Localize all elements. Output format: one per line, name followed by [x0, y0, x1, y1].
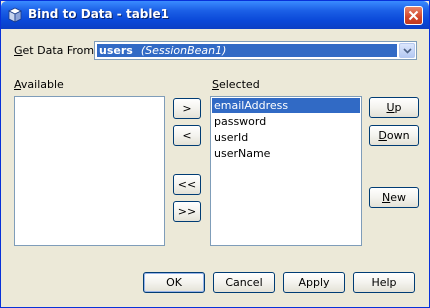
get-data-from-label: Get Data From: [14, 44, 98, 57]
apply-button[interactable]: Apply [283, 272, 345, 293]
list-item[interactable]: userId [212, 130, 360, 145]
up-mnemonic: U [386, 101, 395, 114]
selected-label: Selected [212, 78, 260, 91]
available-label-rest: vailable [20, 78, 64, 91]
get-data-from-combo[interactable]: users (SessionBean1) [94, 41, 417, 60]
close-button[interactable] [404, 6, 423, 25]
selected-label-rest: elected [218, 78, 260, 91]
add-all-button[interactable]: >> [173, 201, 201, 222]
get-data-from-mnemonic: G [14, 44, 23, 57]
down-mnemonic: D [378, 129, 387, 142]
new-mnemonic: N [382, 191, 391, 204]
combo-dropdown-button[interactable] [399, 43, 415, 58]
close-icon [408, 10, 419, 21]
add-button[interactable]: > [173, 98, 201, 119]
combo-selected-sub: (SessionBean1) [140, 44, 227, 57]
new-button[interactable]: New [369, 187, 419, 208]
chevron-down-icon [403, 48, 412, 54]
up-button[interactable]: Up [369, 97, 419, 118]
help-button[interactable]: Help [353, 272, 415, 293]
window-title: Bind to Data - table1 [28, 7, 169, 21]
ok-button[interactable]: OK [143, 272, 205, 293]
available-mnemonic: A [14, 78, 21, 91]
remove-all-button[interactable]: << [173, 174, 201, 195]
new-label-rest: ew [390, 191, 406, 204]
down-button[interactable]: Down [369, 125, 419, 146]
available-label: Available [14, 78, 64, 91]
selected-mnemonic: S [212, 78, 219, 91]
bind-to-data-dialog: Bind to Data - table1 Get Data From: use… [0, 0, 430, 308]
selected-list[interactable]: emailAddress password userId userName [210, 96, 362, 246]
down-label-rest: own [386, 129, 410, 142]
combo-selected-main: users [99, 44, 133, 57]
up-label-rest: p [394, 101, 402, 114]
cube-icon [7, 7, 23, 23]
cancel-button[interactable]: Cancel [213, 272, 275, 293]
list-item[interactable]: password [212, 114, 360, 129]
list-item[interactable]: userName [212, 146, 360, 161]
list-item[interactable]: emailAddress [212, 98, 360, 113]
get-data-from-label-rest: et Data From: [22, 44, 98, 57]
available-list[interactable] [14, 96, 165, 246]
remove-button[interactable]: < [173, 125, 201, 146]
combo-selected-value: users (SessionBean1) [97, 44, 397, 57]
title-bar[interactable]: Bind to Data - table1 [1, 1, 429, 29]
